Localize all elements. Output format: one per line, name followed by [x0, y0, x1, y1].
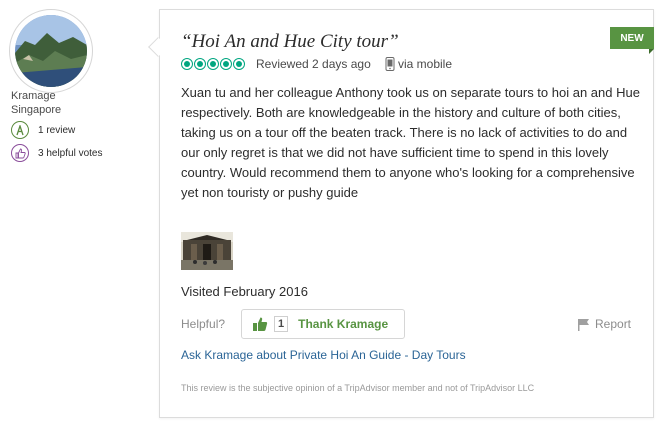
helpful-label: Helpful?: [181, 317, 226, 331]
via-mobile-label: via mobile: [398, 57, 453, 71]
avatar-photo: [15, 15, 87, 87]
reviewer-username[interactable]: Kramage: [11, 90, 56, 102]
avatar[interactable]: [15, 15, 87, 87]
review-title[interactable]: “Hoi An and Hue City tour”: [181, 31, 399, 53]
rating-bubble-icon: [181, 58, 193, 70]
mobile-phone-icon: [385, 57, 395, 71]
helpful-votes-label: 3 helpful votes: [38, 147, 103, 159]
rating-bubble-icon: [194, 58, 206, 70]
rating-bubble-icon: [233, 58, 245, 70]
thank-reviewer-button[interactable]: 1 Thank Kramage: [241, 309, 405, 339]
rating-bubble-icon: [207, 58, 219, 70]
pencil-badge-icon: [11, 121, 29, 139]
thumbs-up-icon: [253, 317, 268, 331]
ask-reviewer-link[interactable]: Ask Kramage about Private Hoi An Guide -…: [181, 348, 466, 362]
review-photo-thumbnail[interactable]: [181, 232, 233, 270]
new-badge: NEW: [610, 27, 654, 54]
avatar-frame[interactable]: [9, 9, 93, 93]
bubble-rating: [181, 58, 246, 70]
thank-label: Thank Kramage: [298, 317, 389, 331]
flag-icon: [578, 318, 589, 331]
reviewer-location: Singapore: [11, 104, 62, 116]
review-disclaimer: This review is the subjective opinion of…: [181, 383, 535, 393]
review-count-badge: 1 review: [11, 121, 75, 139]
rating-bubble-icon: [220, 58, 232, 70]
report-label: Report: [595, 317, 632, 331]
thumbs-up-badge-icon: [11, 144, 29, 162]
thank-count: 1: [274, 316, 289, 332]
visited-date: Visited February 2016: [181, 284, 308, 299]
review-count-label: 1 review: [38, 124, 76, 136]
reviewed-date: Reviewed 2 days ago: [256, 57, 371, 71]
review-text: Xuan tu and her colleague Anthony took u…: [181, 85, 640, 200]
helpful-votes-badge: 3 helpful votes: [11, 144, 103, 162]
report-button[interactable]: Report: [577, 317, 631, 331]
photo-image: [181, 232, 233, 270]
